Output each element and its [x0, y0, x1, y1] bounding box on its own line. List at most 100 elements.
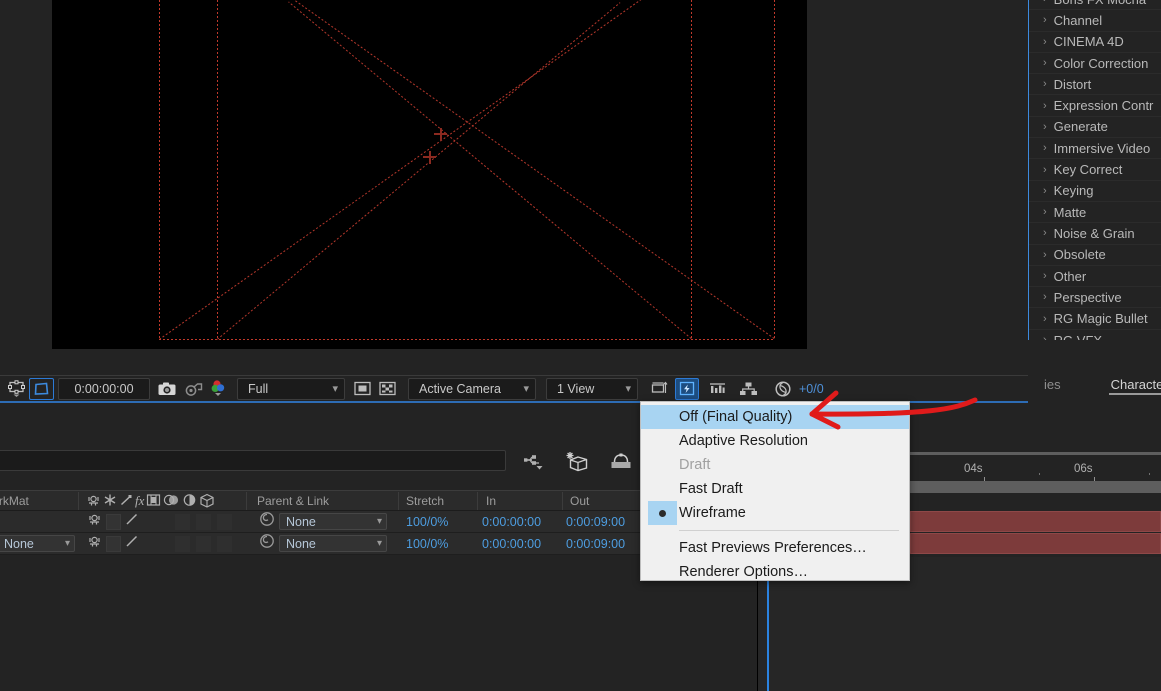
effects-category-row[interactable]: › Distort [1029, 74, 1161, 96]
out-value[interactable]: 0:00:09:00 [566, 537, 625, 551]
menu-item-wireframe[interactable]: Wireframe [641, 501, 909, 525]
chevron-right-icon: › [1043, 312, 1047, 325]
tab-properties-label: ies [1044, 376, 1061, 392]
3d-layer-toggle[interactable] [217, 513, 232, 530]
menu-item-label: Wireframe [679, 505, 746, 521]
quality-toggle[interactable] [124, 533, 140, 554]
menu-item-off-final-quality[interactable]: Off (Final Quality) [641, 405, 909, 429]
effects-category-row[interactable]: › Noise & Grain [1029, 223, 1161, 245]
effects-category-row[interactable]: › Generate [1029, 117, 1161, 139]
menu-item-label: Adaptive Resolution [679, 433, 808, 449]
timeline-icon[interactable] [705, 378, 730, 400]
motion-blur-toggle[interactable] [196, 513, 211, 530]
pixel-aspect-correction-icon[interactable] [647, 378, 671, 400]
region-of-interest-icon[interactable] [4, 378, 29, 400]
chevron-down-icon: ▾ [376, 516, 382, 527]
video-toggle[interactable] [87, 534, 102, 554]
solo-toggle[interactable] [106, 513, 121, 530]
motion-blur-enable-icon[interactable] [565, 450, 591, 479]
trkmat-select[interactable]: None ▾ [0, 535, 75, 552]
timeline-search-input[interactable] [0, 450, 506, 471]
fast-previews-icon[interactable] [675, 377, 699, 400]
effects-category-row[interactable]: › Color Correction [1029, 53, 1161, 75]
layer-switches-header: fx [86, 493, 215, 509]
camera-icon[interactable] [154, 378, 180, 400]
shy-layers-icon[interactable] [523, 452, 547, 477]
toggle-mask-icon[interactable] [350, 378, 375, 400]
menu-item-fast-previews-preferences[interactable]: Fast Previews Preferences… [641, 536, 909, 560]
stretch-value[interactable]: 100/0% [406, 515, 448, 529]
view-layout-select[interactable]: 1 View ▾ [546, 377, 638, 400]
effects-category-row[interactable]: › Channel [1029, 10, 1161, 32]
tab-character[interactable]: Character [1105, 366, 1161, 402]
wireframe-diagonal-line [288, 1, 692, 340]
layer-duration-bar[interactable] [910, 511, 1161, 532]
column-header-stretch[interactable]: Stretch [406, 494, 444, 508]
effects-category-row[interactable]: › Expression Contr [1029, 95, 1161, 117]
in-value[interactable]: 0:00:00:00 [482, 515, 541, 529]
frame-blend-toggle[interactable] [175, 535, 190, 552]
fast-previews-context-menu[interactable]: Off (Final Quality) Adaptive Resolution … [640, 401, 910, 581]
effects-category-row[interactable]: › CINEMA 4D [1029, 32, 1161, 53]
mask-transparency-icon[interactable] [29, 377, 54, 400]
column-header-parent-link[interactable]: Parent & Link [257, 494, 329, 508]
menu-item-renderer-options[interactable]: Renderer Options… [641, 560, 909, 584]
in-value[interactable]: 0:00:00:00 [482, 537, 541, 551]
menu-item-adaptive-resolution[interactable]: Adaptive Resolution [641, 429, 909, 453]
menu-check-slot [641, 429, 679, 453]
stretch-value[interactable]: 100/0% [406, 537, 448, 551]
column-header-trkmat[interactable]: TrkMat [0, 494, 29, 508]
channels-icon[interactable] [206, 378, 232, 400]
column-divider [477, 491, 478, 510]
effects-category-label: Channel [1053, 12, 1103, 28]
effects-category-row[interactable]: › Matte [1029, 202, 1161, 224]
transparency-grid-icon[interactable] [375, 378, 400, 400]
column-header-out[interactable]: Out [570, 494, 589, 508]
motion-blur-icon [164, 494, 179, 506]
parent-link-select[interactable]: None ▾ [279, 513, 387, 530]
column-header-in[interactable]: In [486, 494, 496, 508]
menu-item-label: Fast Draft [679, 481, 743, 497]
parent-pickwhip-icon[interactable] [259, 533, 275, 554]
effects-category-row[interactable]: › RG Magic Bullet [1029, 308, 1161, 330]
effects-category-label: Boris FX Mocha [1054, 0, 1146, 7]
comp-flowchart-icon[interactable] [736, 378, 761, 400]
exposure-value[interactable]: +0/0 [795, 382, 828, 396]
viewer-canvas[interactable] [52, 0, 807, 349]
effects-category-row[interactable]: › Immersive Video [1029, 138, 1161, 160]
effects-category-row[interactable]: › Other [1029, 266, 1161, 288]
effects-category-row[interactable]: › Key Correct [1029, 159, 1161, 181]
effects-category-label: Distort [1053, 76, 1092, 92]
resolution-select[interactable]: Full ▾ [237, 377, 345, 400]
ruler-subtick [1039, 473, 1040, 475]
current-time-field[interactable]: 0:00:00:00 [58, 377, 150, 400]
chevron-right-icon: › [1043, 184, 1047, 197]
quality-toggle[interactable] [124, 511, 140, 532]
effects-category-row[interactable]: › Boris FX Mocha [1029, 0, 1161, 11]
effects-category-label: Perspective [1053, 289, 1122, 305]
effects-category-label: Matte [1053, 204, 1087, 220]
out-value[interactable]: 0:00:09:00 [566, 515, 625, 529]
show-snapshot-icon[interactable] [180, 378, 206, 400]
effects-category-row[interactable]: › Perspective [1029, 287, 1161, 309]
3d-layer-icon [200, 493, 214, 508]
frame-blend-toggle[interactable] [175, 513, 190, 530]
parent-pickwhip-icon[interactable] [259, 511, 275, 532]
video-toggle[interactable] [87, 512, 102, 532]
motion-blur-toggle[interactable] [196, 535, 211, 552]
camera-view-select[interactable]: Active Camera ▾ [408, 377, 536, 400]
menu-item-fast-draft[interactable]: Fast Draft [641, 477, 909, 501]
effects-and-presets-panel[interactable]: › Boris FX Mocha › Channel › CINEMA 4D ›… [1028, 0, 1161, 355]
after-effects-window: 0:00:00:00 Full ▾ Active Camera ▾ 1 View… [0, 0, 1161, 691]
tab-properties[interactable]: ies [1038, 366, 1067, 402]
tab-character-label: Character [1110, 376, 1161, 392]
effects-category-row[interactable]: › Obsolete [1029, 245, 1161, 266]
menu-check-slot [641, 536, 679, 560]
layer-duration-bar[interactable] [910, 533, 1161, 554]
3d-layer-toggle[interactable] [217, 535, 232, 552]
solo-toggle[interactable] [106, 535, 121, 552]
effects-category-row[interactable]: › Keying [1029, 181, 1161, 202]
parent-link-select[interactable]: None ▾ [279, 535, 387, 552]
graph-editor-icon[interactable] [610, 453, 632, 476]
exposure-icon[interactable] [771, 378, 795, 400]
